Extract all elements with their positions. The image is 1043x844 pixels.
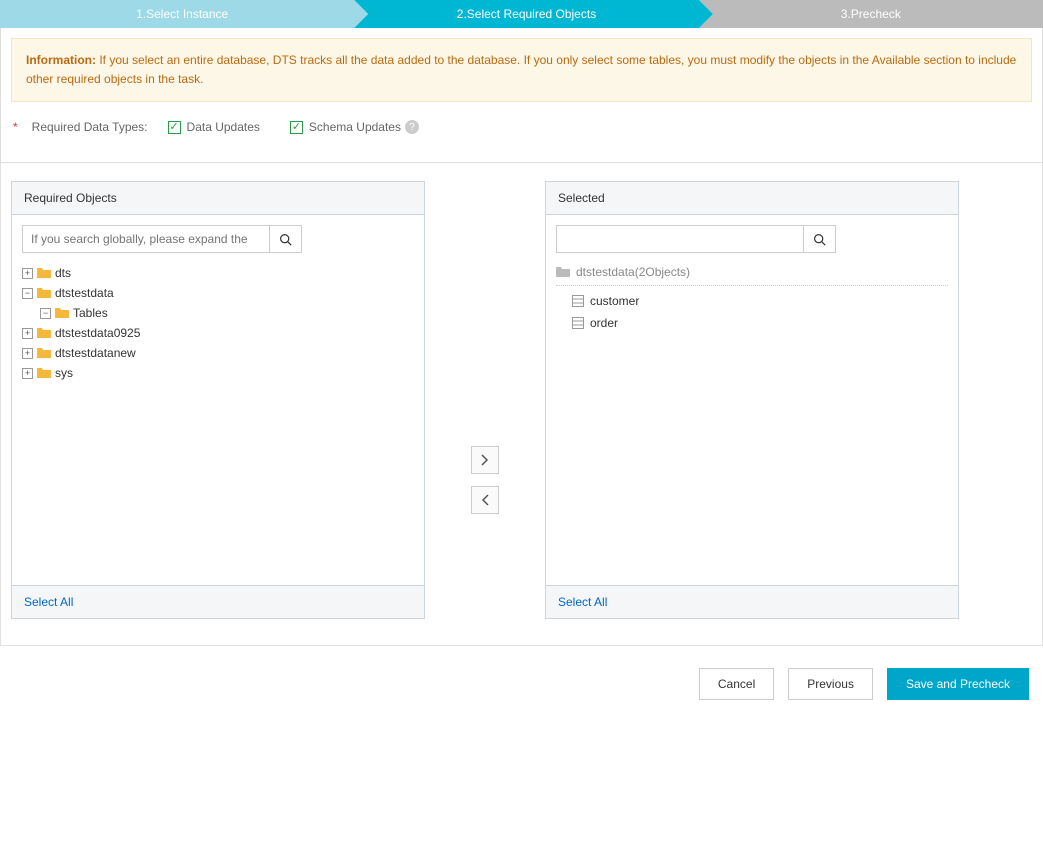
expand-icon[interactable]: + bbox=[22, 268, 33, 279]
required-data-types-row: * Required Data Types: ✓ Data Updates ✓ … bbox=[11, 116, 1032, 144]
folder-icon bbox=[556, 266, 570, 278]
information-text: If you select an entire database, DTS tr… bbox=[26, 53, 1016, 86]
move-left-button[interactable] bbox=[471, 486, 499, 514]
data-updates-label: Data Updates bbox=[187, 120, 260, 134]
footer-actions: Cancel Previous Save and Precheck bbox=[0, 652, 1043, 716]
tree-label: dtstestdata0925 bbox=[55, 326, 140, 340]
folder-icon bbox=[37, 347, 51, 359]
cancel-button[interactable]: Cancel bbox=[699, 668, 774, 700]
required-data-types-label: Required Data Types: bbox=[32, 120, 148, 134]
required-asterisk: * bbox=[13, 120, 18, 134]
checkbox-schema-updates[interactable]: ✓ bbox=[290, 121, 303, 134]
schema-updates-label: Schema Updates bbox=[309, 120, 401, 134]
table-icon bbox=[572, 295, 584, 307]
tree-label: Tables bbox=[73, 306, 108, 320]
folder-open-icon bbox=[55, 307, 69, 319]
tree-node-dtstestdata[interactable]: − dtstestdata bbox=[22, 283, 414, 303]
selected-item-label: order bbox=[590, 316, 618, 330]
search-input[interactable] bbox=[23, 226, 269, 252]
search-icon bbox=[279, 233, 292, 246]
selected-item-order[interactable]: order bbox=[556, 312, 948, 334]
selected-search bbox=[556, 225, 836, 253]
required-objects-title: Required Objects bbox=[12, 182, 424, 215]
search-button[interactable] bbox=[803, 226, 835, 252]
selected-title: Selected bbox=[546, 182, 958, 215]
collapse-icon[interactable]: − bbox=[22, 288, 33, 299]
folder-icon bbox=[37, 327, 51, 339]
step-precheck[interactable]: 3.Precheck bbox=[699, 0, 1043, 28]
folder-open-icon bbox=[37, 287, 51, 299]
tree-label: dts bbox=[55, 266, 71, 280]
checkbox-data-updates[interactable]: ✓ bbox=[168, 121, 181, 134]
objects-tree: + dts − dtstestdata − Tables + d bbox=[22, 263, 414, 383]
search-icon bbox=[813, 233, 826, 246]
expand-icon[interactable]: + bbox=[22, 348, 33, 359]
tree-node-tables[interactable]: − Tables bbox=[22, 303, 414, 323]
tree-node-dtstestdata0925[interactable]: + dtstestdata0925 bbox=[22, 323, 414, 343]
information-label: Information: bbox=[26, 53, 96, 67]
expand-icon[interactable]: + bbox=[22, 368, 33, 379]
wizard-steps: 1.Select Instance 2.Select Required Obje… bbox=[0, 0, 1043, 28]
tree-label: dtstestdatanew bbox=[55, 346, 136, 360]
chevron-right-icon bbox=[481, 454, 489, 466]
selected-db-row[interactable]: dtstestdata(2Objects) bbox=[556, 263, 948, 286]
save-precheck-button[interactable]: Save and Precheck bbox=[887, 668, 1029, 700]
selected-item-label: customer bbox=[590, 294, 639, 308]
tree-node-dts[interactable]: + dts bbox=[22, 263, 414, 283]
collapse-icon[interactable]: − bbox=[40, 308, 51, 319]
selected-item-customer[interactable]: customer bbox=[556, 290, 948, 312]
required-objects-panel: Required Objects + dts − dtstestdata bbox=[11, 181, 425, 619]
tree-label: dtstestdata bbox=[55, 286, 114, 300]
chevron-left-icon bbox=[481, 494, 489, 506]
step-select-required-objects[interactable]: 2.Select Required Objects bbox=[354, 0, 698, 28]
folder-icon bbox=[37, 367, 51, 379]
transfer-buttons bbox=[425, 341, 545, 619]
previous-button[interactable]: Previous bbox=[788, 668, 873, 700]
information-banner: Information: If you select an entire dat… bbox=[11, 38, 1032, 102]
table-icon bbox=[572, 317, 584, 329]
step-select-instance[interactable]: 1.Select Instance bbox=[0, 0, 354, 28]
help-icon[interactable]: ? bbox=[405, 120, 419, 134]
folder-icon bbox=[37, 267, 51, 279]
search-button[interactable] bbox=[269, 226, 301, 252]
move-right-button[interactable] bbox=[471, 446, 499, 474]
select-all-left[interactable]: Select All bbox=[24, 595, 73, 609]
tree-node-sys[interactable]: + sys bbox=[22, 363, 414, 383]
expand-icon[interactable]: + bbox=[22, 328, 33, 339]
search-input[interactable] bbox=[557, 226, 803, 252]
tree-label: sys bbox=[55, 366, 73, 380]
select-all-right[interactable]: Select All bbox=[558, 595, 607, 609]
required-objects-search bbox=[22, 225, 302, 253]
selected-panel: Selected dtstestdata(2Objects) customer … bbox=[545, 181, 959, 619]
tree-node-dtstestdatanew[interactable]: + dtstestdatanew bbox=[22, 343, 414, 363]
selected-db-label: dtstestdata(2Objects) bbox=[576, 265, 690, 279]
